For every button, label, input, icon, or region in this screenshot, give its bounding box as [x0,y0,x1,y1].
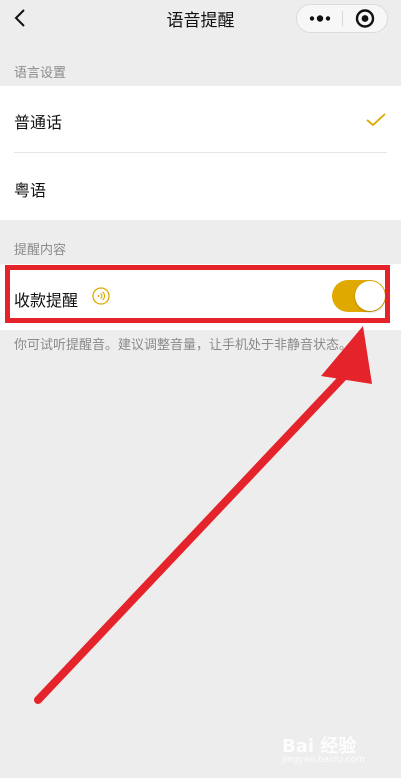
annotation-arrow [34,326,372,704]
watermark-url: jingyan.baidu.com [282,755,366,765]
